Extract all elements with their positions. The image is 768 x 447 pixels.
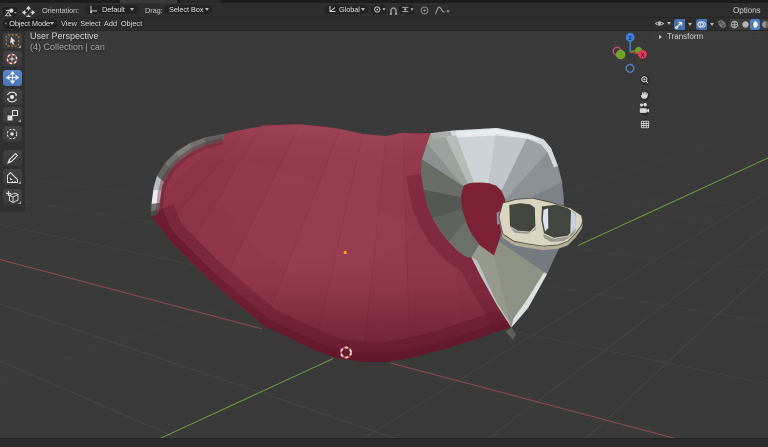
svg-text:X: X	[641, 53, 645, 59]
